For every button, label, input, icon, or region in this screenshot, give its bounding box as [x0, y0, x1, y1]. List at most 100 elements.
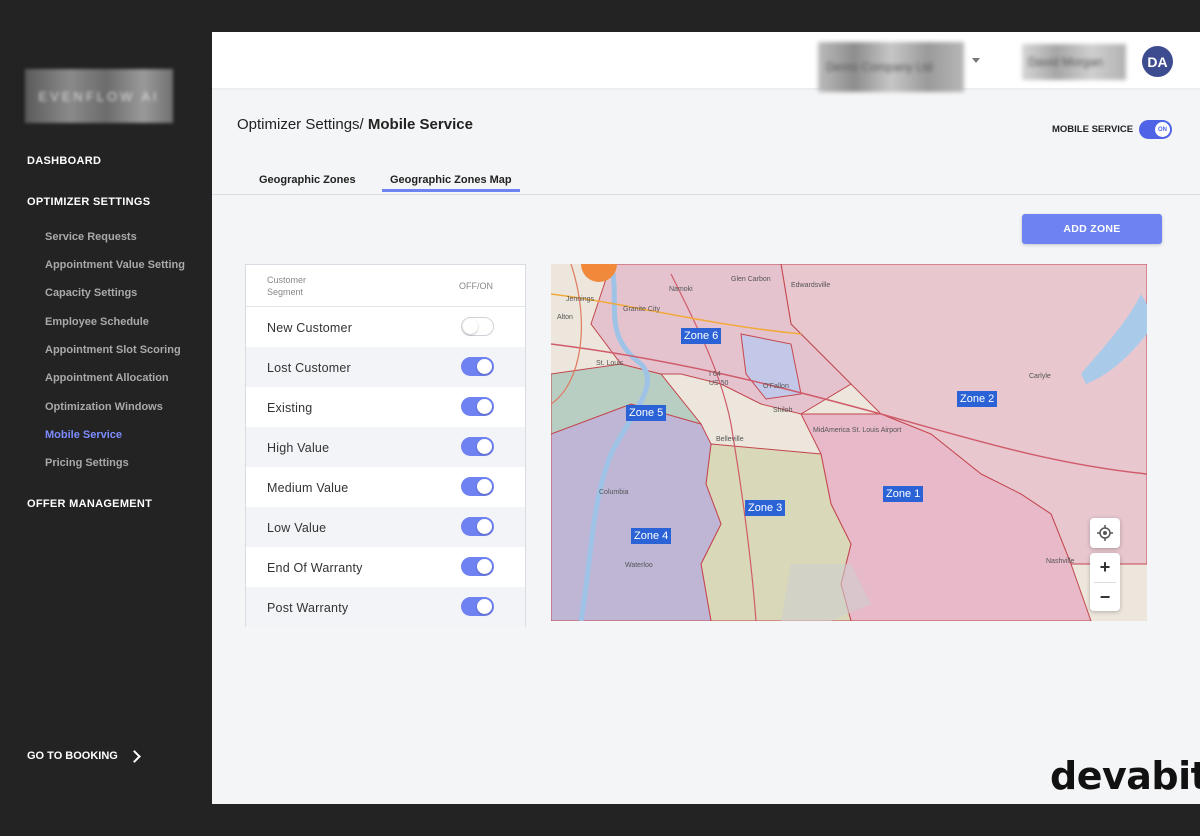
map-place-label: St. Louis: [596, 360, 624, 367]
page-title: Mobile Service: [367, 116, 473, 133]
chevron-right-icon: [127, 749, 141, 763]
table-row: End Of Warranty: [246, 547, 525, 587]
breadcrumb: Optimizer Settings/ Mobile Service: [237, 116, 473, 133]
add-zone-button[interactable]: ADD ZONE: [1022, 214, 1162, 244]
map-place-label: Shiloh: [773, 407, 793, 414]
map-place-label: Columbia: [599, 489, 629, 496]
map-place-label: Alton: [557, 314, 573, 321]
toggle-knob: [477, 399, 492, 414]
toggle-knob: [477, 519, 492, 534]
segment-name: Lost Customer: [267, 361, 351, 375]
toggle-knob: ON: [1155, 122, 1170, 137]
nav-item-mobile-service[interactable]: Mobile Service: [45, 429, 122, 441]
chevron-down-icon[interactable]: [972, 58, 980, 63]
map-place-label: MidAmerica St. Louis Airport: [813, 427, 901, 434]
map-place-label: Belleville: [716, 436, 744, 443]
segment-toggle[interactable]: [461, 357, 494, 376]
table-row: Lost Customer: [246, 347, 525, 387]
segment-toggle[interactable]: [461, 597, 494, 616]
nav-item-appointment-allocation[interactable]: Appointment Allocation: [45, 372, 169, 384]
zone-label-5[interactable]: Zone 5: [626, 405, 667, 421]
segment-name: Post Warranty: [267, 601, 349, 615]
toggle-knob: [477, 599, 492, 614]
segment-toggle[interactable]: [461, 317, 494, 336]
zoom-out-button[interactable]: −: [1090, 583, 1120, 611]
segment-name: High Value: [267, 441, 330, 455]
column-header-toggle: OFF/ON: [459, 281, 493, 291]
map-place-label: O'Fallon: [763, 383, 789, 390]
map-place-label: Granite City: [623, 306, 660, 313]
zone-label-4[interactable]: Zone 4: [631, 528, 672, 544]
nav-item-appointment-slot-scoring[interactable]: Appointment Slot Scoring: [45, 344, 181, 356]
locate-button[interactable]: [1090, 518, 1120, 548]
table-row: Post Warranty: [246, 587, 525, 627]
avatar[interactable]: DA: [1142, 46, 1173, 77]
toggle-knob: [477, 359, 492, 374]
main-panel: Demo Company Ltd David Morgan DA Optimiz…: [212, 32, 1200, 804]
table-row: New Customer: [246, 307, 525, 347]
nav-dashboard[interactable]: DASHBOARD: [27, 155, 101, 167]
segment-toggle[interactable]: [461, 477, 494, 496]
tab-geographic-zones-map[interactable]: Geographic Zones Map: [382, 174, 520, 192]
segment-toggle[interactable]: [461, 557, 494, 576]
map-place-label: Nashville: [1046, 558, 1075, 565]
user-name[interactable]: David Morgan: [1022, 44, 1126, 80]
map-place-label: Namoki: [669, 286, 693, 293]
tab-geographic-zones[interactable]: Geographic Zones: [251, 174, 364, 192]
map-place-label: Waterloo: [625, 562, 653, 569]
nav-optimizer-settings[interactable]: OPTIMIZER SETTINGS: [27, 196, 150, 208]
map-place-label: Jennings: [566, 296, 595, 303]
map-canvas[interactable]: Glen Carbon Edwardsville Jennings St. Lo…: [551, 264, 1147, 621]
nav-item-appointment-value-setting[interactable]: Appointment Value Setting: [45, 259, 185, 271]
segment-toggle[interactable]: [461, 517, 494, 536]
account-selector[interactable]: Demo Company Ltd: [818, 42, 964, 92]
segment-toggle[interactable]: [461, 437, 494, 456]
go-to-booking-link[interactable]: GO TO BOOKING: [27, 749, 141, 763]
nav-item-pricing-settings[interactable]: Pricing Settings: [45, 457, 129, 469]
table-row: Low Value: [246, 507, 525, 547]
geographic-zones-map[interactable]: Glen Carbon Edwardsville Jennings St. Lo…: [551, 264, 1147, 621]
mobile-service-toggle[interactable]: ON: [1139, 120, 1172, 139]
nav-item-service-requests[interactable]: Service Requests: [45, 231, 137, 243]
segment-name: Medium Value: [267, 481, 349, 495]
nav-item-capacity-settings[interactable]: Capacity Settings: [45, 287, 137, 299]
tab-bar: Geographic Zones Geographic Zones Map: [212, 170, 1200, 195]
zoom-in-button[interactable]: +: [1090, 553, 1120, 581]
zone-label-3[interactable]: Zone 3: [745, 500, 786, 516]
top-bar: Demo Company Ltd David Morgan DA: [212, 32, 1200, 92]
nav-item-optimization-windows[interactable]: Optimization Windows: [45, 401, 163, 413]
map-place-label: Edwardsville: [791, 282, 830, 289]
zone-label-2[interactable]: Zone 2: [957, 391, 998, 407]
mobile-service-label: MOBILE SERVICE: [1052, 124, 1134, 135]
zone-label-1[interactable]: Zone 1: [883, 486, 924, 502]
nav-offer-management[interactable]: OFFER MANAGEMENT: [27, 498, 152, 510]
zone-4-area: [551, 403, 722, 621]
zone-label-6[interactable]: Zone 6: [681, 328, 722, 344]
go-to-booking-label: GO TO BOOKING: [27, 750, 118, 762]
column-header-segment: Customer Segment: [267, 275, 307, 297]
crosshair-icon: [1097, 525, 1113, 541]
table-row: High Value: [246, 427, 525, 467]
map-place-label: Glen Carbon: [731, 276, 771, 283]
watermark: devabit: [1050, 754, 1200, 798]
segment-name: End Of Warranty: [267, 561, 363, 575]
map-place-label: I 64: [709, 371, 721, 378]
sidebar: EVENFLOW AI DASHBOARD OPTIMIZER SETTINGS…: [0, 0, 212, 836]
segment-name: New Customer: [267, 321, 353, 335]
segment-toggle[interactable]: [461, 397, 494, 416]
table-header: Customer Segment OFF/ON: [246, 265, 525, 307]
toggle-knob: [463, 319, 478, 334]
customer-segment-table: Customer Segment OFF/ON New Customer Lost…: [245, 264, 526, 627]
table-row: Existing: [246, 387, 525, 427]
toggle-knob: [477, 439, 492, 454]
map-place-label: US 50: [709, 380, 729, 387]
breadcrumb-parent[interactable]: Optimizer Settings/: [237, 116, 364, 133]
segment-name: Existing: [267, 401, 313, 415]
nav-item-employee-schedule[interactable]: Employee Schedule: [45, 316, 149, 328]
zoom-controls: + −: [1090, 553, 1120, 611]
toggle-knob: [477, 559, 492, 574]
table-row: Medium Value: [246, 467, 525, 507]
app-logo: EVENFLOW AI: [25, 69, 173, 123]
toggle-knob: [477, 479, 492, 494]
segment-name: Low Value: [267, 521, 327, 535]
